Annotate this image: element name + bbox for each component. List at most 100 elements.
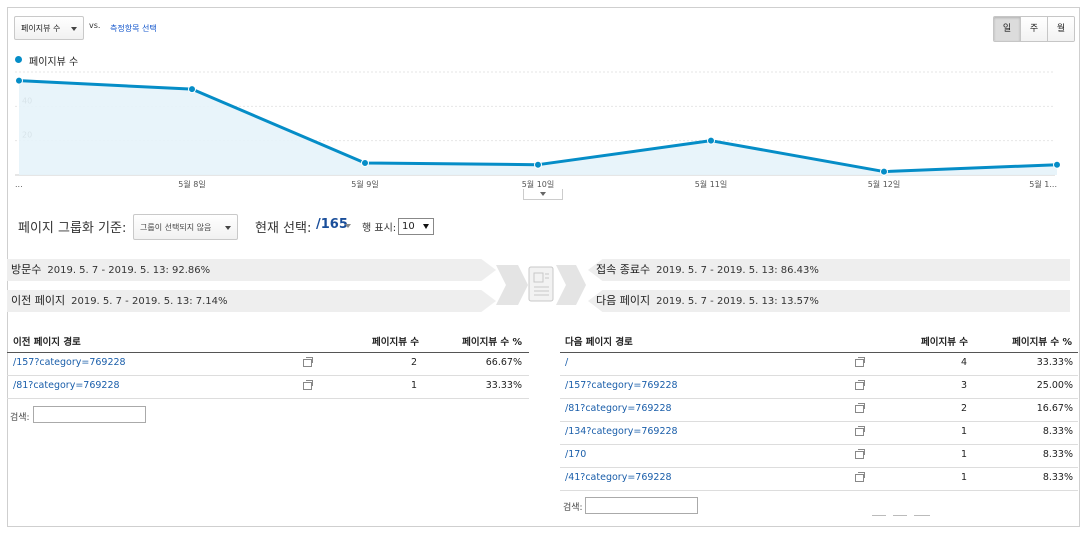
row-path-link[interactable]: /81?category=769228: [565, 399, 672, 419]
vs-label: vs.: [89, 21, 101, 30]
table-row: /157?category=769228 2 66.67%: [7, 353, 529, 376]
popout-icon[interactable]: [855, 403, 865, 413]
grouping-label: 페이지 그룹화 기준:: [18, 221, 127, 236]
chevron-down-icon: [225, 226, 231, 230]
previous-page-bar: 이전 페이지 2019. 5. 7 - 2019. 5. 13: 7.14%: [7, 290, 496, 312]
table-header: 이전 페이지 경로 페이지뷰 수 페이지뷰 수 %: [7, 334, 529, 353]
grouping-select-value: 그룹이 선택되지 않음: [140, 223, 212, 232]
row-path-link[interactable]: /134?category=769228: [565, 422, 678, 442]
exits-bar: 접속 종료수 2019. 5. 7 - 2019. 5. 13: 86.43%: [588, 259, 1070, 281]
row-pct: 33.33%: [485, 380, 522, 391]
row-views: 1: [960, 449, 967, 460]
entrances-title: 방문수: [11, 263, 42, 276]
metric-select[interactable]: 페이지뷰 수: [14, 16, 84, 40]
divider: [914, 515, 930, 516]
period-toggle: 일 주 월: [993, 16, 1075, 42]
page-flow-icon: [496, 265, 586, 305]
row-views: 1: [960, 426, 967, 437]
table-row: /157?category=769228 3 25.00%: [560, 376, 1078, 399]
popout-icon[interactable]: [303, 380, 313, 390]
grouping-select[interactable]: 그룹이 선택되지 않음: [133, 214, 238, 240]
row-pct: 33.33%: [1036, 357, 1073, 368]
table-header: 다음 페이지 경로 페이지뷰 수 페이지뷰 수 %: [560, 334, 1078, 353]
table-row: /81?category=769228 2 16.67%: [560, 399, 1078, 422]
prev-search-label: 검색:: [10, 413, 30, 423]
exits-title: 접속 종료수: [596, 263, 651, 276]
row-views: 3: [960, 380, 967, 391]
popout-icon[interactable]: [855, 380, 865, 390]
data-point: [707, 136, 715, 145]
period-day-button[interactable]: 일: [994, 17, 1020, 41]
divider: [893, 515, 907, 516]
divider: [872, 515, 886, 516]
period-month-button[interactable]: 월: [1047, 17, 1074, 41]
next-search-label: 검색:: [563, 503, 583, 513]
next-title: 다음 페이지: [596, 294, 651, 307]
chevron-down-icon[interactable]: [345, 224, 351, 228]
rows-select[interactable]: 10: [398, 218, 434, 235]
data-point: [1053, 160, 1061, 169]
compare-metric-link[interactable]: 측정항목 선택: [110, 23, 157, 34]
x-tick-label: 5월 11일: [695, 179, 728, 189]
row-path-link[interactable]: /41?category=769228: [565, 468, 672, 488]
row-pct: 8.33%: [1042, 449, 1073, 460]
entrances-bar: 방문수 2019. 5. 7 - 2019. 5. 13: 92.86%: [7, 259, 496, 281]
col-pageviews-pct[interactable]: 페이지뷰 수 %: [462, 334, 522, 351]
next-pages-table: 다음 페이지 경로 페이지뷰 수 페이지뷰 수 % / 4 33.33% /15…: [560, 334, 1078, 491]
x-tick-label: 5월 9일: [351, 179, 378, 189]
data-point: [880, 167, 888, 176]
col-pageviews-pct[interactable]: 페이지뷰 수 %: [1012, 334, 1072, 351]
row-views: 2: [960, 403, 967, 414]
next-page-bar: 다음 페이지 2019. 5. 7 - 2019. 5. 13: 13.57%: [588, 290, 1070, 312]
current-selection-value[interactable]: /165: [316, 217, 348, 232]
popout-icon[interactable]: [855, 357, 865, 367]
row-pct: 8.33%: [1042, 472, 1073, 483]
next-search-input[interactable]: [585, 497, 698, 514]
row-path-link[interactable]: /157?category=769228: [565, 376, 678, 396]
col-prev-path[interactable]: 이전 페이지 경로: [13, 334, 81, 351]
chevron-down-icon: [71, 27, 77, 31]
rows-label: 행 표시:: [362, 223, 397, 234]
row-pct: 16.67%: [1036, 403, 1073, 414]
exits-text: 2019. 5. 7 - 2019. 5. 13: 86.43%: [656, 265, 819, 276]
entrances-text: 2019. 5. 7 - 2019. 5. 13: 92.86%: [47, 265, 211, 276]
row-path-link[interactable]: /: [565, 353, 568, 373]
previous-pages-table: 이전 페이지 경로 페이지뷰 수 페이지뷰 수 % /157?category=…: [7, 334, 529, 399]
row-pct: 66.67%: [485, 357, 522, 368]
col-pageviews[interactable]: 페이지뷰 수: [372, 334, 419, 351]
next-text: 2019. 5. 7 - 2019. 5. 13: 13.57%: [656, 296, 819, 307]
rows-select-value: 10: [402, 221, 415, 232]
row-pct: 8.33%: [1042, 426, 1073, 437]
row-path-link[interactable]: /157?category=769228: [13, 353, 126, 373]
prev-search-input[interactable]: [33, 406, 146, 423]
x-tick-label: ...: [15, 180, 23, 189]
chart-collapse-toggle[interactable]: [523, 189, 563, 200]
col-pageviews[interactable]: 페이지뷰 수: [921, 334, 968, 351]
data-point: [188, 85, 196, 94]
col-next-path[interactable]: 다음 페이지 경로: [565, 334, 633, 351]
popout-icon[interactable]: [855, 426, 865, 436]
row-path-link[interactable]: /81?category=769228: [13, 376, 120, 396]
row-path-link[interactable]: /170: [565, 445, 586, 465]
data-point: [361, 158, 369, 167]
x-tick-label: 5월 12일: [868, 179, 901, 189]
popout-icon[interactable]: [855, 472, 865, 482]
data-point: [534, 160, 542, 169]
chevron-down-icon: [423, 224, 429, 229]
popout-icon[interactable]: [855, 449, 865, 459]
table-row: /41?category=769228 1 8.33%: [560, 468, 1078, 491]
pageviews-chart: 604020...5월 8일5월 9일5월 10일5월 11일5월 12일5월 …: [15, 70, 1061, 189]
data-point: [15, 76, 23, 85]
x-tick-label: 5월 10일: [522, 179, 555, 189]
row-views: 1: [960, 472, 967, 483]
table-row: / 4 33.33%: [560, 353, 1078, 376]
legend-label: 페이지뷰 수: [29, 57, 79, 68]
table-row: /134?category=769228 1 8.33%: [560, 422, 1078, 445]
table-row: /170 1 8.33%: [560, 445, 1078, 468]
period-week-button[interactable]: 주: [1020, 17, 1047, 41]
previous-text: 2019. 5. 7 - 2019. 5. 13: 7.14%: [71, 296, 228, 307]
popout-icon[interactable]: [303, 357, 313, 367]
row-views: 4: [960, 357, 967, 368]
current-selection-label: 현재 선택:: [255, 221, 312, 236]
row-pct: 25.00%: [1036, 380, 1073, 391]
